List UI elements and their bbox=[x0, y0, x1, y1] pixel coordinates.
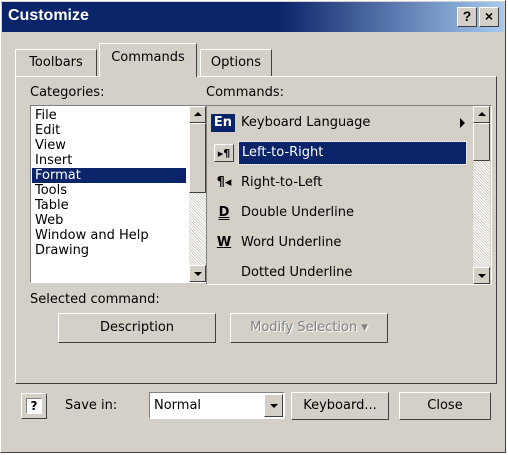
command-item[interactable]: D Double Underline bbox=[209, 198, 473, 228]
commands-scroll-thumb[interactable] bbox=[473, 123, 490, 161]
right-to-left-icon: ¶◂ bbox=[216, 175, 232, 190]
submenu-arrow-icon bbox=[460, 118, 465, 128]
category-item[interactable]: Web bbox=[32, 213, 186, 228]
command-item[interactable]: En Keyboard Language bbox=[209, 108, 473, 138]
left-to-right-icon: ▸¶ bbox=[214, 144, 234, 162]
dotted-underline-icon bbox=[214, 264, 234, 282]
keyboard-button[interactable]: Keyboard... bbox=[291, 392, 389, 420]
chevron-down-icon bbox=[270, 404, 278, 408]
tab-options-label: Options bbox=[210, 55, 262, 70]
scroll-down-arrow-icon bbox=[194, 272, 202, 276]
category-item[interactable]: Edit bbox=[32, 123, 186, 138]
tab-options[interactable]: Options bbox=[200, 49, 272, 76]
categories-label: Categories: bbox=[30, 85, 105, 100]
scroll-up-arrow-icon bbox=[194, 112, 202, 116]
command-item-label: Word Underline bbox=[241, 235, 342, 250]
category-item[interactable]: Window and Help bbox=[32, 228, 186, 243]
description-button[interactable]: Description bbox=[58, 313, 216, 343]
category-item[interactable]: Tools bbox=[32, 183, 186, 198]
commands-scroll-up-button[interactable] bbox=[473, 106, 490, 123]
command-item[interactable]: ▸¶ Left-to-Right bbox=[209, 138, 473, 168]
category-item[interactable]: Drawing bbox=[32, 243, 186, 258]
save-in-dropdown-button[interactable] bbox=[264, 394, 283, 417]
command-item-label: Left-to-Right bbox=[238, 141, 467, 165]
commands-tab-panel: Categories: Commands: File Edit View Insert… bbox=[15, 76, 497, 384]
commands-list: En Keyboard Language ▸¶ Left-to-Right ¶◂ Righ… bbox=[209, 108, 473, 284]
double-underline-icon: D bbox=[218, 205, 230, 220]
category-item[interactable]: Table bbox=[32, 198, 186, 213]
category-item[interactable]: File bbox=[32, 108, 186, 123]
selected-command-label: Selected command: bbox=[30, 292, 160, 307]
commands-scroll-down-button[interactable] bbox=[473, 267, 490, 284]
command-item-label: Right-to-Left bbox=[241, 175, 323, 190]
category-item[interactable]: View bbox=[32, 138, 186, 153]
tab-commands-label: Commands bbox=[111, 50, 185, 65]
scroll-down-arrow-icon bbox=[478, 274, 486, 278]
customize-dialog: Customize ? × Toolbars Commands Options … bbox=[0, 0, 506, 453]
category-item[interactable]: Insert bbox=[32, 153, 186, 168]
close-button[interactable]: Close bbox=[399, 392, 491, 420]
commands-label: Commands: bbox=[206, 85, 284, 100]
save-in-value: Normal bbox=[154, 398, 202, 413]
command-item[interactable]: Dotted Underline bbox=[209, 258, 473, 284]
categories-list: File Edit View Insert Format Tools Table Web Win… bbox=[32, 108, 186, 258]
tab-toolbars[interactable]: Toolbars bbox=[15, 49, 97, 76]
categories-listbox[interactable]: File Edit View Insert Format Tools Table Web Win… bbox=[30, 105, 208, 283]
command-item[interactable]: W Word Underline bbox=[209, 228, 473, 258]
word-underline-icon: W bbox=[216, 235, 232, 250]
command-item[interactable]: ¶◂ Right-to-Left bbox=[209, 168, 473, 198]
close-title-button[interactable]: × bbox=[479, 7, 499, 27]
help-title-button[interactable]: ? bbox=[457, 7, 477, 27]
categories-scroll-down-button[interactable] bbox=[189, 265, 206, 282]
modify-selection-button[interactable]: Modify Selection ▾ bbox=[230, 313, 388, 343]
help-icon: ? bbox=[26, 398, 42, 414]
save-in-dropdown[interactable]: Normal bbox=[149, 392, 285, 419]
scroll-up-arrow-icon bbox=[478, 112, 486, 116]
keyboard-language-icon: En bbox=[211, 114, 235, 132]
command-item-label: Dotted Underline bbox=[241, 265, 353, 280]
categories-scroll-up-button[interactable] bbox=[189, 106, 206, 123]
category-item[interactable]: Format bbox=[32, 168, 186, 183]
commands-listbox[interactable]: En Keyboard Language ▸¶ Left-to-Right ¶◂ Righ… bbox=[206, 105, 492, 285]
help-button[interactable]: ? bbox=[21, 393, 47, 419]
tab-toolbars-label: Toolbars bbox=[29, 55, 83, 70]
categories-scroll-thumb[interactable] bbox=[189, 123, 206, 193]
categories-scrollbar[interactable] bbox=[189, 106, 206, 282]
command-item-label: Keyboard Language bbox=[241, 115, 371, 130]
save-in-label: Save in: bbox=[65, 398, 118, 413]
command-item-label: Double Underline bbox=[241, 205, 355, 220]
tab-commands[interactable]: Commands bbox=[99, 43, 197, 77]
title-bar[interactable]: Customize ? × bbox=[2, 2, 504, 32]
commands-scrollbar[interactable] bbox=[473, 106, 490, 284]
window-title: Customize bbox=[8, 7, 89, 24]
